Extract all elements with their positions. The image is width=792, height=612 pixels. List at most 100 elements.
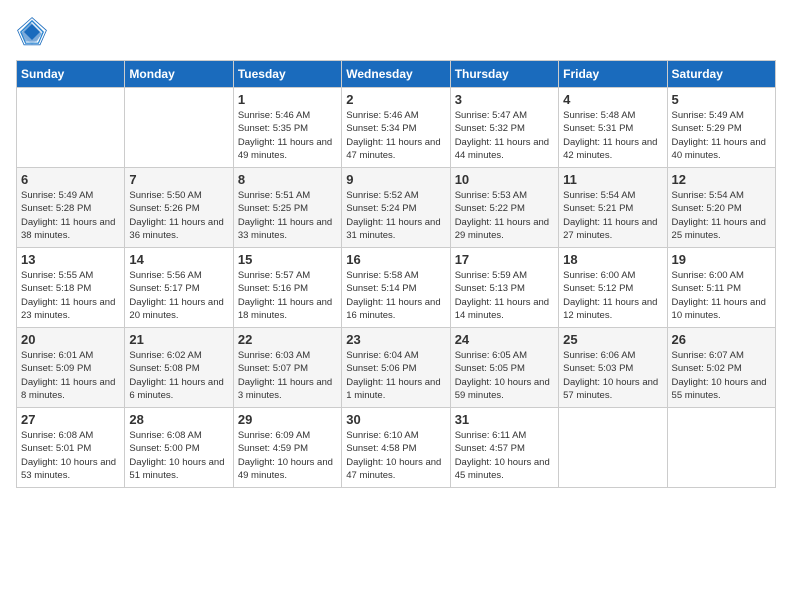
day-number: 25 <box>563 332 662 347</box>
day-info: Sunrise: 5:57 AM Sunset: 5:16 PM Dayligh… <box>238 269 337 322</box>
calendar-cell: 7Sunrise: 5:50 AM Sunset: 5:26 PM Daylig… <box>125 168 233 248</box>
day-info: Sunrise: 5:49 AM Sunset: 5:28 PM Dayligh… <box>21 189 120 242</box>
day-info: Sunrise: 6:07 AM Sunset: 5:02 PM Dayligh… <box>672 349 771 402</box>
day-info: Sunrise: 6:04 AM Sunset: 5:06 PM Dayligh… <box>346 349 445 402</box>
calendar-cell: 2 Sunrise: 5:46 AM Sunset: 5:34 PM Daylig… <box>342 88 450 168</box>
day-number: 11 <box>563 172 662 187</box>
day-number: 2 <box>346 92 445 107</box>
day-number: 29 <box>238 412 337 427</box>
day-info: Sunrise: 6:01 AM Sunset: 5:09 PM Dayligh… <box>21 349 120 402</box>
calendar-cell: 12 Sunrise: 5:54 AM Sunset: 5:20 PM Dayli… <box>667 168 775 248</box>
day-number: 26 <box>672 332 771 347</box>
calendar-cell: 31Sunrise: 6:11 AM Sunset: 4:57 PM Dayli… <box>450 408 558 488</box>
calendar-cell: 24 Sunrise: 6:05 AM Sunset: 5:05 PM Dayli… <box>450 328 558 408</box>
day-number: 28 <box>129 412 228 427</box>
day-number: 3 <box>455 92 554 107</box>
calendar-cell: 6 Sunrise: 5:49 AM Sunset: 5:28 PM Daylig… <box>17 168 125 248</box>
calendar-cell <box>17 88 125 168</box>
day-number: 22 <box>238 332 337 347</box>
calendar-cell: 15 Sunrise: 5:57 AM Sunset: 5:16 PM Dayli… <box>233 248 341 328</box>
calendar-cell: 22 Sunrise: 6:03 AM Sunset: 5:07 PM Dayli… <box>233 328 341 408</box>
calendar-cell: 3Sunrise: 5:47 AM Sunset: 5:32 PM Daylig… <box>450 88 558 168</box>
day-number: 4 <box>563 92 662 107</box>
day-number: 15 <box>238 252 337 267</box>
day-number: 30 <box>346 412 445 427</box>
day-info: Sunrise: 6:06 AM Sunset: 5:03 PM Dayligh… <box>563 349 662 402</box>
day-number: 7 <box>129 172 228 187</box>
day-info: Sunrise: 6:02 AM Sunset: 5:08 PM Dayligh… <box>129 349 228 402</box>
day-number: 6 <box>21 172 120 187</box>
calendar-cell: 1 Sunrise: 5:46 AM Sunset: 5:35 PM Daylig… <box>233 88 341 168</box>
day-info: Sunrise: 5:54 AM Sunset: 5:20 PM Dayligh… <box>672 189 771 242</box>
day-info: Sunrise: 6:09 AM Sunset: 4:59 PM Dayligh… <box>238 429 337 482</box>
day-header-saturday: Saturday <box>667 61 775 88</box>
calendar-cell: 29 Sunrise: 6:09 AM Sunset: 4:59 PM Dayli… <box>233 408 341 488</box>
day-info: Sunrise: 6:03 AM Sunset: 5:07 PM Dayligh… <box>238 349 337 402</box>
day-number: 5 <box>672 92 771 107</box>
calendar-cell: 14Sunrise: 5:56 AM Sunset: 5:17 PM Dayli… <box>125 248 233 328</box>
day-number: 17 <box>455 252 554 267</box>
day-header-thursday: Thursday <box>450 61 558 88</box>
day-number: 20 <box>21 332 120 347</box>
calendar-cell: 20 Sunrise: 6:01 AM Sunset: 5:09 PM Dayli… <box>17 328 125 408</box>
day-header-wednesday: Wednesday <box>342 61 450 88</box>
calendar-cell: 19 Sunrise: 6:00 AM Sunset: 5:11 PM Dayli… <box>667 248 775 328</box>
calendar-cell: 10 Sunrise: 5:53 AM Sunset: 5:22 PM Dayli… <box>450 168 558 248</box>
day-header-friday: Friday <box>559 61 667 88</box>
day-info: Sunrise: 5:53 AM Sunset: 5:22 PM Dayligh… <box>455 189 554 242</box>
logo-icon <box>16 16 48 48</box>
day-header-monday: Monday <box>125 61 233 88</box>
calendar-table: SundayMondayTuesdayWednesdayThursdayFrid… <box>16 60 776 488</box>
calendar-cell: 9Sunrise: 5:52 AM Sunset: 5:24 PM Daylig… <box>342 168 450 248</box>
day-number: 24 <box>455 332 554 347</box>
day-header-sunday: Sunday <box>17 61 125 88</box>
calendar-cell <box>667 408 775 488</box>
calendar-week-row: 13 Sunrise: 5:55 AM Sunset: 5:18 PM Dayli… <box>17 248 776 328</box>
day-info: Sunrise: 5:48 AM Sunset: 5:31 PM Dayligh… <box>563 109 662 162</box>
calendar-cell: 13 Sunrise: 5:55 AM Sunset: 5:18 PM Dayli… <box>17 248 125 328</box>
day-info: Sunrise: 5:58 AM Sunset: 5:14 PM Dayligh… <box>346 269 445 322</box>
calendar-week-row: 20 Sunrise: 6:01 AM Sunset: 5:09 PM Dayli… <box>17 328 776 408</box>
day-number: 21 <box>129 332 228 347</box>
day-number: 10 <box>455 172 554 187</box>
day-info: Sunrise: 5:51 AM Sunset: 5:25 PM Dayligh… <box>238 189 337 242</box>
day-info: Sunrise: 5:52 AM Sunset: 5:24 PM Dayligh… <box>346 189 445 242</box>
calendar-header-row: SundayMondayTuesdayWednesdayThursdayFrid… <box>17 61 776 88</box>
day-number: 19 <box>672 252 771 267</box>
day-info: Sunrise: 6:10 AM Sunset: 4:58 PM Dayligh… <box>346 429 445 482</box>
calendar-cell: 8 Sunrise: 5:51 AM Sunset: 5:25 PM Daylig… <box>233 168 341 248</box>
day-number: 18 <box>563 252 662 267</box>
day-info: Sunrise: 6:05 AM Sunset: 5:05 PM Dayligh… <box>455 349 554 402</box>
day-info: Sunrise: 5:55 AM Sunset: 5:18 PM Dayligh… <box>21 269 120 322</box>
calendar-cell: 23 Sunrise: 6:04 AM Sunset: 5:06 PM Dayli… <box>342 328 450 408</box>
day-header-tuesday: Tuesday <box>233 61 341 88</box>
day-number: 14 <box>129 252 228 267</box>
calendar-cell: 17Sunrise: 5:59 AM Sunset: 5:13 PM Dayli… <box>450 248 558 328</box>
day-info: Sunrise: 6:08 AM Sunset: 5:01 PM Dayligh… <box>21 429 120 482</box>
calendar-body: 1 Sunrise: 5:46 AM Sunset: 5:35 PM Daylig… <box>17 88 776 488</box>
calendar-cell: 18 Sunrise: 6:00 AM Sunset: 5:12 PM Dayli… <box>559 248 667 328</box>
calendar-cell <box>125 88 233 168</box>
day-number: 12 <box>672 172 771 187</box>
day-number: 13 <box>21 252 120 267</box>
day-number: 27 <box>21 412 120 427</box>
calendar-cell: 28Sunrise: 6:08 AM Sunset: 5:00 PM Dayli… <box>125 408 233 488</box>
calendar-cell: 4 Sunrise: 5:48 AM Sunset: 5:31 PM Daylig… <box>559 88 667 168</box>
day-number: 8 <box>238 172 337 187</box>
day-info: Sunrise: 6:00 AM Sunset: 5:12 PM Dayligh… <box>563 269 662 322</box>
calendar-cell: 16Sunrise: 5:58 AM Sunset: 5:14 PM Dayli… <box>342 248 450 328</box>
calendar-cell <box>559 408 667 488</box>
day-info: Sunrise: 6:00 AM Sunset: 5:11 PM Dayligh… <box>672 269 771 322</box>
calendar-cell: 21 Sunrise: 6:02 AM Sunset: 5:08 PM Dayli… <box>125 328 233 408</box>
day-info: Sunrise: 5:54 AM Sunset: 5:21 PM Dayligh… <box>563 189 662 242</box>
calendar-cell: 30 Sunrise: 6:10 AM Sunset: 4:58 PM Dayli… <box>342 408 450 488</box>
day-number: 23 <box>346 332 445 347</box>
day-number: 1 <box>238 92 337 107</box>
logo <box>16 16 52 48</box>
day-info: Sunrise: 5:46 AM Sunset: 5:34 PM Dayligh… <box>346 109 445 162</box>
calendar-week-row: 1 Sunrise: 5:46 AM Sunset: 5:35 PM Daylig… <box>17 88 776 168</box>
day-info: Sunrise: 5:46 AM Sunset: 5:35 PM Dayligh… <box>238 109 337 162</box>
calendar-cell: 26 Sunrise: 6:07 AM Sunset: 5:02 PM Dayli… <box>667 328 775 408</box>
page-header <box>16 16 776 48</box>
day-number: 31 <box>455 412 554 427</box>
